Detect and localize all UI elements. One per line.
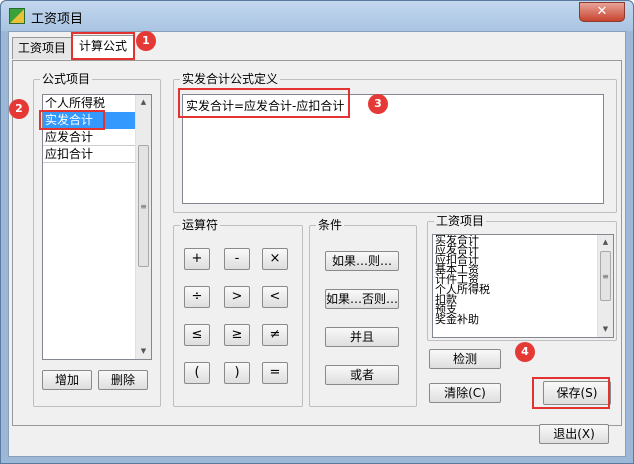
greater-than-button[interactable]: >: [224, 286, 250, 308]
formula-items-scrollbar[interactable]: ▲ ≡ ▼: [135, 95, 151, 359]
formula-items-group-label: 公式项目: [40, 72, 93, 86]
salary-items-list[interactable]: 实发合计 应发合计 应扣合计 基本工资 计件工资 个人所得税 扣款 预支 奖金补…: [432, 234, 614, 338]
minus-button[interactable]: -: [224, 248, 250, 270]
highlight-formula-tab: [71, 32, 135, 60]
list-item[interactable]: 扣款: [433, 294, 613, 305]
if-then-button[interactable]: 如果…则…: [325, 251, 399, 271]
window-title: 工资项目: [31, 12, 84, 27]
add-button[interactable]: 增加: [42, 370, 92, 390]
scroll-thumb[interactable]: ≡: [600, 251, 611, 301]
divide-button[interactable]: ÷: [184, 286, 210, 308]
scroll-down-icon[interactable]: ▼: [136, 344, 151, 359]
less-than-button[interactable]: <: [262, 286, 288, 308]
plus-button[interactable]: +: [184, 248, 210, 270]
formula-definition-group-label: 实发合计公式定义: [180, 72, 281, 86]
clear-button[interactable]: 清除(C): [429, 383, 501, 403]
not-equal-button[interactable]: ≠: [262, 324, 288, 346]
dialog-window: 工资项目 ✕ 工资项目 计算公式 公式项目 个人所得税 实发合计 应发合计 应扣…: [0, 0, 634, 464]
conditions-group: 条件 如果…则… 如果…否则… 并且 或者: [309, 218, 417, 407]
close-button[interactable]: ✕: [579, 2, 625, 22]
check-button[interactable]: 检测: [429, 349, 501, 369]
highlight-selected-item: [39, 110, 105, 130]
tab-salary-items[interactable]: 工资项目: [12, 37, 72, 59]
scroll-thumb[interactable]: ≡: [138, 145, 149, 267]
scroll-up-icon[interactable]: ▲: [136, 95, 151, 110]
multiply-button[interactable]: ×: [262, 248, 288, 270]
annotation-badge-2: 2: [9, 99, 29, 119]
salary-items-group-label: 工资项目: [434, 214, 487, 228]
if-else-button[interactable]: 如果…否则…: [325, 289, 399, 309]
salary-items-group: 工资项目 实发合计 应发合计 应扣合计 基本工资 计件工资 个人所得税 扣款 预…: [427, 214, 617, 341]
or-button[interactable]: 或者: [325, 365, 399, 385]
left-paren-button[interactable]: (: [184, 362, 210, 384]
operators-group: 运算符 + - × ÷ > < ≤ ≥ ≠ ( ) =: [173, 218, 303, 407]
highlight-save-button: [532, 377, 610, 409]
delete-button[interactable]: 删除: [98, 370, 148, 390]
greater-equal-button[interactable]: ≥: [224, 324, 250, 346]
list-item[interactable]: 个人所得税: [433, 284, 613, 295]
highlight-formula-text: [178, 88, 350, 118]
equals-button[interactable]: =: [262, 362, 288, 384]
formula-items-list[interactable]: 个人所得税 实发合计 应发合计 应扣合计 ▲ ≡ ▼: [42, 94, 152, 360]
scroll-up-icon[interactable]: ▲: [598, 235, 613, 250]
less-equal-button[interactable]: ≤: [184, 324, 210, 346]
and-button[interactable]: 并且: [325, 327, 399, 347]
operators-group-label: 运算符: [180, 218, 221, 232]
right-paren-button[interactable]: ): [224, 362, 250, 384]
annotation-badge-3: 3: [368, 94, 388, 114]
exit-button[interactable]: 退出(X): [539, 424, 609, 444]
annotation-badge-4: 4: [515, 342, 535, 362]
app-icon: [9, 8, 25, 24]
conditions-group-label: 条件: [316, 218, 345, 232]
list-item[interactable]: 奖金补助: [433, 314, 613, 325]
title-bar: 工资项目 ✕: [1, 1, 633, 31]
scroll-down-icon[interactable]: ▼: [598, 322, 613, 337]
annotation-badge-1: 1: [136, 31, 156, 51]
salary-items-scrollbar[interactable]: ▲ ≡ ▼: [597, 235, 613, 337]
